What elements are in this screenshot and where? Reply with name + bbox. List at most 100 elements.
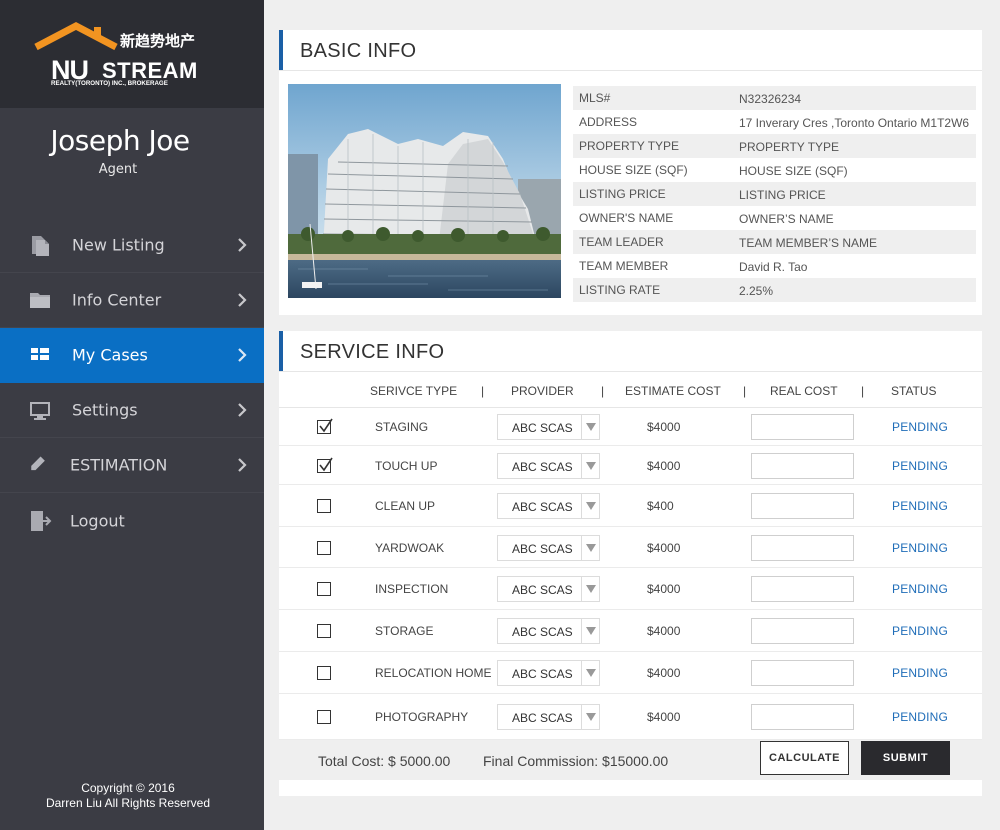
- status-badge: PENDING: [892, 666, 949, 680]
- service-type: CLEAN UP: [375, 499, 436, 513]
- profile-role: Agent: [98, 162, 138, 177]
- service-info-panel: SERVICE INFO SERIVCE TYPE | PROVIDER | E…: [279, 331, 982, 796]
- status-badge: PENDING: [892, 459, 949, 473]
- nav-item-estimation[interactable]: ESTIMATION: [0, 438, 264, 493]
- service-row: INSPECTION ABC SCAS $4000 PENDING: [279, 568, 982, 610]
- provider-select[interactable]: ABC SCAS: [497, 660, 600, 686]
- document-copy-icon: [32, 236, 49, 256]
- status-badge: PENDING: [892, 420, 949, 434]
- info-value: TEAM MEMBER’S NAME: [739, 236, 878, 250]
- basic-info-panel: BASIC INFO MLS# N32326234 ADDRESS 17 Inv…: [279, 30, 982, 315]
- service-checkbox[interactable]: [317, 666, 331, 680]
- checkmark-icon: [319, 418, 333, 433]
- real-cost-input[interactable]: [751, 535, 854, 561]
- dropdown-arrow-icon: [581, 577, 599, 601]
- info-label: TEAM MEMBER: [579, 259, 669, 273]
- service-checkbox[interactable]: [317, 541, 331, 555]
- service-checkbox[interactable]: [317, 457, 333, 473]
- nav-item-logout[interactable]: Logout: [0, 493, 264, 548]
- copyright-line-2: Darren Liu All Rights Reserved: [45, 796, 211, 810]
- submit-button[interactable]: SUBMIT: [861, 741, 950, 775]
- service-row: PHOTOGRAPHY ABC SCAS $4000 PENDING: [279, 694, 982, 740]
- provider-select[interactable]: ABC SCAS: [497, 493, 600, 519]
- provider-select[interactable]: ABC SCAS: [497, 704, 600, 730]
- info-label: HOUSE SIZE (SQF): [579, 163, 688, 177]
- info-label: TEAM LEADER: [579, 235, 664, 249]
- logo-area: 新趋势地产 NU STREAM REALTY(TORONTO) INC., BR…: [0, 0, 264, 108]
- estimate-cost: $4000: [647, 710, 681, 724]
- status-badge: PENDING: [892, 710, 949, 724]
- info-value: N32326234: [739, 92, 802, 106]
- sidebar: 新趋势地产 NU STREAM REALTY(TORONTO) INC., BR…: [0, 0, 264, 830]
- col-header-service-type: SERIVCE TYPE: [370, 384, 458, 398]
- nav-item-my-cases[interactable]: My Cases: [0, 328, 264, 383]
- col-separator: |: [743, 384, 747, 398]
- provider-select[interactable]: ABC SCAS: [497, 453, 600, 479]
- provider-select[interactable]: ABC SCAS: [497, 535, 600, 561]
- nav-item-info-center[interactable]: Info Center: [0, 273, 264, 328]
- info-label: MLS#: [579, 91, 611, 105]
- calculate-button[interactable]: CALCULATE: [760, 741, 849, 775]
- real-cost-input[interactable]: [751, 660, 854, 686]
- service-checkbox[interactable]: [317, 418, 333, 434]
- folder-icon: [30, 293, 50, 308]
- provider-value: ABC SCAS: [512, 583, 573, 597]
- col-header-real-cost: REAL COST: [770, 384, 838, 398]
- col-separator: |: [481, 384, 485, 398]
- provider-select[interactable]: ABC SCAS: [497, 576, 600, 602]
- service-checkbox[interactable]: [317, 710, 331, 724]
- pencil-icon: [31, 456, 45, 471]
- col-separator: |: [861, 384, 865, 398]
- real-cost-input[interactable]: [751, 493, 854, 519]
- estimate-cost: $4000: [647, 541, 681, 555]
- service-table-header: SERIVCE TYPE | PROVIDER | ESTIMATE COST …: [279, 376, 982, 408]
- dropdown-arrow-icon: [581, 454, 599, 478]
- service-type: RELOCATION HOME: [375, 666, 492, 680]
- provider-select[interactable]: ABC SCAS: [497, 414, 600, 440]
- provider-value: ABC SCAS: [512, 711, 573, 725]
- service-type: INSPECTION: [375, 582, 449, 596]
- service-type: YARDWOAK: [375, 541, 445, 555]
- real-cost-input[interactable]: [751, 453, 854, 479]
- service-checkbox[interactable]: [317, 582, 331, 596]
- provider-select[interactable]: ABC SCAS: [497, 618, 600, 644]
- estimate-cost: $4000: [647, 582, 681, 596]
- info-row-listing-price: LISTING PRICE LISTING PRICE: [573, 182, 976, 206]
- service-footer: Total Cost: $ 5000.00 Final Commission: …: [279, 740, 982, 780]
- info-row-mls: MLS# N32326234: [573, 86, 976, 110]
- nu-stream-logo[interactable]: 新趋势地产 NU STREAM REALTY(TORONTO) INC., BR…: [32, 22, 207, 88]
- estimate-cost: $4000: [647, 624, 681, 638]
- grid-icon: [31, 348, 49, 360]
- service-row: CLEAN UP ABC SCAS $400 PENDING: [279, 485, 982, 527]
- provider-value: ABC SCAS: [512, 460, 573, 474]
- nav-label-info-center: Info Center: [72, 290, 162, 310]
- estimate-cost: $4000: [647, 459, 681, 473]
- col-header-status: STATUS: [891, 384, 937, 398]
- service-row: YARDWOAK ABC SCAS $4000 PENDING: [279, 527, 982, 568]
- nav-item-new-listing[interactable]: New Listing: [0, 218, 264, 273]
- info-label: OWNER'S NAME: [579, 211, 674, 225]
- service-type: TOUCH UP: [375, 459, 438, 473]
- real-cost-input[interactable]: [751, 576, 854, 602]
- service-checkbox[interactable]: [317, 499, 331, 513]
- dropdown-arrow-icon: [581, 415, 599, 439]
- basic-info-header: BASIC INFO: [279, 30, 982, 71]
- info-row-owner-name: OWNER'S NAME OWNER’S NAME: [573, 206, 976, 230]
- nav-label-new-listing: New Listing: [72, 235, 165, 255]
- info-label: LISTING RATE: [579, 283, 661, 297]
- checkmark-icon: [319, 457, 333, 472]
- copyright-line-1: Copyright © 2016: [81, 781, 175, 795]
- info-row-listing-rate: LISTING RATE 2.25%: [573, 278, 976, 302]
- real-cost-input[interactable]: [751, 618, 854, 644]
- chevron-right-icon: [238, 293, 247, 307]
- real-cost-input[interactable]: [751, 414, 854, 440]
- real-cost-input[interactable]: [751, 704, 854, 730]
- service-type: STAGING: [375, 420, 429, 434]
- dropdown-arrow-icon: [581, 619, 599, 643]
- nav-item-settings[interactable]: Settings: [0, 383, 264, 438]
- status-badge: PENDING: [892, 499, 949, 513]
- service-checkbox[interactable]: [317, 624, 331, 638]
- service-type: STORAGE: [375, 624, 434, 638]
- sidebar-nav: New Listing Info Center My Cases Setting…: [0, 218, 264, 548]
- info-row-property-type: PROPERTY TYPE PROPERTY TYPE: [573, 134, 976, 158]
